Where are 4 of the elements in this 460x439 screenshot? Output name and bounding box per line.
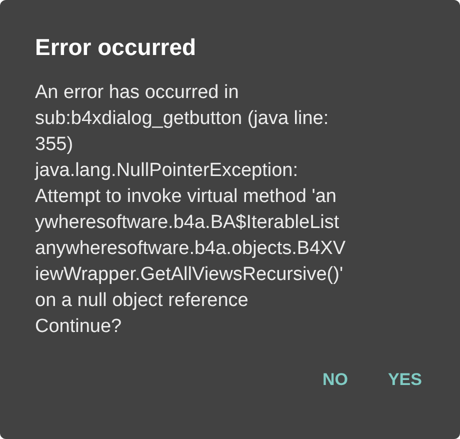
dialog-button[interactable]: YES bbox=[378, 362, 432, 398]
error-message: An error has occurred in sub:b4xdialog_getbutton (java line: 355) java.lang.NullPointerException: Attempt to invoke virtual method 'an ywheresoftware.b4a.BA$IterableList anywheresoftware.b4a.objects.B4XV iewWrapper.GetAllViewsRecursive()' on a null object reference Continue? bbox=[35, 81, 347, 339]
dialog-title: Error occurred bbox=[35, 33, 198, 62]
dialog-button[interactable]: NO bbox=[312, 362, 358, 398]
